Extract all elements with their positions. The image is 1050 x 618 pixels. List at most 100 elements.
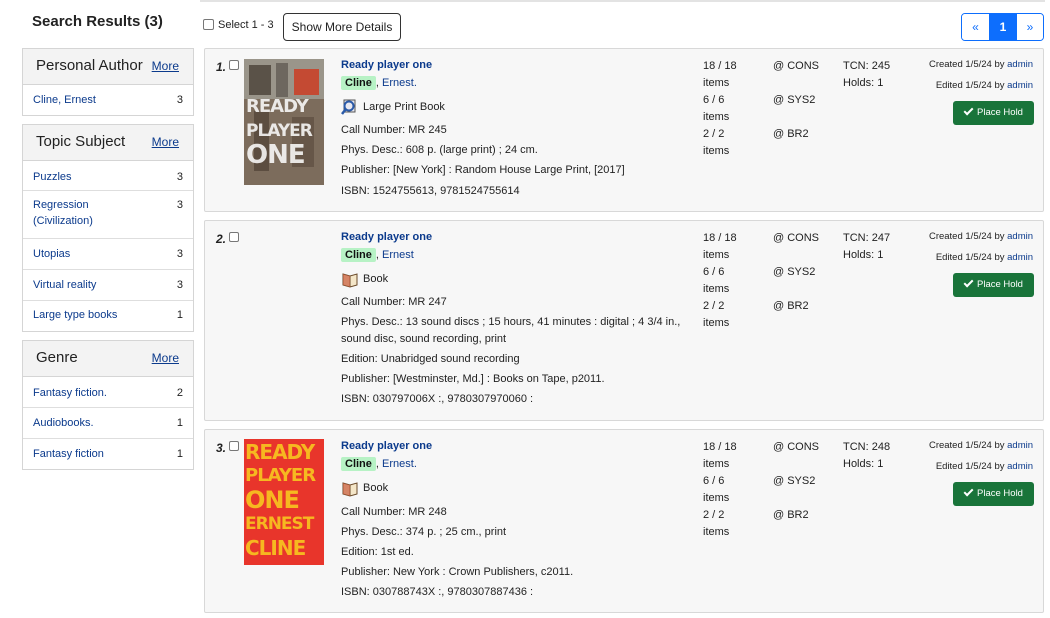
format-label: Book [363, 482, 389, 494]
holds-count: Holds: 1 [843, 458, 884, 470]
cover-word: ONE [245, 486, 300, 514]
facet-header: Topic Subject More [23, 125, 193, 161]
place-hold-button[interactable]: Place Hold [953, 273, 1034, 297]
cover-image[interactable]: READY PLAYER ONE [244, 59, 324, 185]
facet-item-label[interactable]: Cline, Ernest [33, 92, 96, 108]
record-checkbox[interactable] [229, 441, 239, 451]
facet-item-count: 3 [176, 199, 183, 211]
results-title: Search Results (3) [32, 13, 163, 30]
facet-item-label[interactable]: Virtual reality [33, 277, 96, 293]
facet-more-link[interactable]: More [152, 351, 179, 365]
author-rest[interactable]: Ernest. [382, 458, 417, 470]
author-highlight[interactable]: Cline [341, 457, 376, 471]
facet-item-label[interactable]: Utopias [33, 246, 70, 262]
publisher: Publisher: New York : Crown Publishers, … [341, 566, 574, 578]
facet-topic-subject: Topic Subject More Puzzles 3 Regression … [22, 124, 194, 332]
editor-link[interactable]: admin [1007, 80, 1033, 91]
record-author[interactable]: Cline, Ernest [341, 248, 414, 262]
facet-item[interactable]: Utopias 3 [23, 239, 193, 270]
record-checkbox[interactable] [229, 232, 239, 242]
place-hold-button[interactable]: Place Hold [953, 101, 1034, 125]
tcn-info: TCN: 247 Holds: 1 [843, 230, 890, 264]
check-icon [963, 486, 974, 497]
holding-unit: items [703, 492, 730, 504]
call-number: Call Number: MR 248 [341, 506, 447, 518]
author-highlight[interactable]: Cline [341, 76, 376, 90]
pager-next-button[interactable]: » [1016, 14, 1043, 40]
result-record-2: 2. Ready player one Cline, Ernest Book C… [204, 220, 1044, 421]
result-record-1: 1. READY PLAYER ONE Ready player one Cli… [204, 48, 1044, 212]
facet-item[interactable]: Large type books 1 [23, 301, 193, 331]
facet-item-count: 1 [176, 448, 183, 460]
holding-count: 18 / 18 [703, 232, 737, 244]
holdings-counts: 18 / 18 items 6 / 6 items 2 / 2 items [703, 58, 737, 160]
place-hold-button[interactable]: Place Hold [953, 482, 1034, 506]
record-number: 2. [216, 232, 227, 246]
facet-item[interactable]: Audiobooks. 1 [23, 408, 193, 439]
record-checkbox[interactable] [229, 60, 239, 70]
pager-page-1[interactable]: 1 [989, 14, 1016, 40]
record-meta: Created 1/5/24 by admin Edited 1/5/24 by… [929, 226, 1033, 268]
holding-count: 6 / 6 [703, 475, 725, 487]
facet-item-label[interactable]: Fantasy fiction [33, 446, 104, 462]
holds-count: Holds: 1 [843, 77, 884, 89]
place-hold-label: Place Hold [977, 488, 1023, 499]
holdings-counts: 18 / 18 items 6 / 6 items 2 / 2 items [703, 439, 737, 541]
select-range-label: Select 1 - 3 [218, 19, 274, 31]
record-title-link[interactable]: Ready player one [341, 440, 432, 452]
facet-item[interactable]: Fantasy fiction 1 [23, 439, 193, 469]
top-divider [200, 0, 1045, 2]
select-all-checkbox[interactable] [203, 19, 214, 30]
cover-image[interactable]: READY PLAYER ONE ERNEST CLINE [244, 439, 324, 565]
edited-label: Edited 1/5/24 by [935, 461, 1005, 472]
record-title-link[interactable]: Ready player one [341, 59, 432, 71]
facet-item-label[interactable]: Large type books [33, 307, 117, 323]
created-label: Created 1/5/24 by [928, 231, 1005, 242]
record-title-link[interactable]: Ready player one [341, 231, 432, 243]
facet-item-label[interactable]: Audiobooks. [33, 415, 94, 431]
record-format: Book [341, 270, 388, 288]
author-highlight[interactable]: Cline [341, 248, 376, 262]
holding-count: 2 / 2 [703, 300, 725, 312]
author-rest[interactable]: Ernest [382, 249, 414, 261]
check-icon [963, 105, 974, 116]
pagination: « 1 » [961, 13, 1044, 41]
facet-header: Genre More [23, 341, 193, 377]
show-more-details-button[interactable]: Show More Details [283, 13, 401, 41]
cover-word: ONE [246, 140, 306, 170]
editor-link[interactable]: admin [1007, 252, 1033, 263]
facet-item[interactable]: Virtual reality 3 [23, 270, 193, 301]
facet-item[interactable]: Regression (Civilization) 3 [23, 191, 193, 239]
library-code: @ CONS [773, 60, 820, 72]
pager-prev-button[interactable]: « [962, 14, 989, 40]
holding-libraries: @ CONS @ SYS2 @ BR2 [773, 232, 819, 334]
author-rest[interactable]: Ernest. [382, 77, 417, 89]
isbn: ISBN: 030788743X :, 9780307887436 : [341, 586, 534, 598]
facet-item-label[interactable]: Fantasy fiction. [33, 385, 107, 401]
facet-item[interactable]: Puzzles 3 [23, 161, 193, 191]
edited-label: Edited 1/5/24 by [935, 80, 1005, 91]
isbn: ISBN: 030797006X :, 9780307970060 : [341, 393, 534, 405]
facet-item-label[interactable]: Puzzles [33, 169, 72, 185]
holding-libraries: @ CONS @ SYS2 @ BR2 [773, 441, 819, 543]
creator-link[interactable]: admin [1007, 231, 1033, 242]
call-number: Call Number: MR 247 [341, 296, 447, 308]
holding-unit: items [703, 283, 730, 295]
facet-more-link[interactable]: More [152, 135, 179, 149]
holding-unit: items [703, 145, 730, 157]
facet-more-link[interactable]: More [152, 59, 179, 73]
library-code: @ BR2 [773, 300, 809, 312]
creator-link[interactable]: admin [1007, 440, 1033, 451]
isbn: ISBN: 1524755613, 9781524755614 [341, 185, 520, 197]
cover-word: READY [246, 96, 309, 117]
facet-item-label[interactable]: Regression (Civilization) [33, 197, 143, 229]
record-author[interactable]: Cline, Ernest. [341, 76, 417, 90]
created-label: Created 1/5/24 by [928, 440, 1005, 451]
record-author[interactable]: Cline, Ernest. [341, 457, 417, 471]
facet-title: Personal Author [36, 57, 143, 74]
holding-unit: items [703, 317, 730, 329]
facet-item[interactable]: Cline, Ernest 3 [23, 85, 193, 115]
creator-link[interactable]: admin [1007, 59, 1033, 70]
editor-link[interactable]: admin [1007, 461, 1033, 472]
facet-item[interactable]: Fantasy fiction. 2 [23, 377, 193, 408]
